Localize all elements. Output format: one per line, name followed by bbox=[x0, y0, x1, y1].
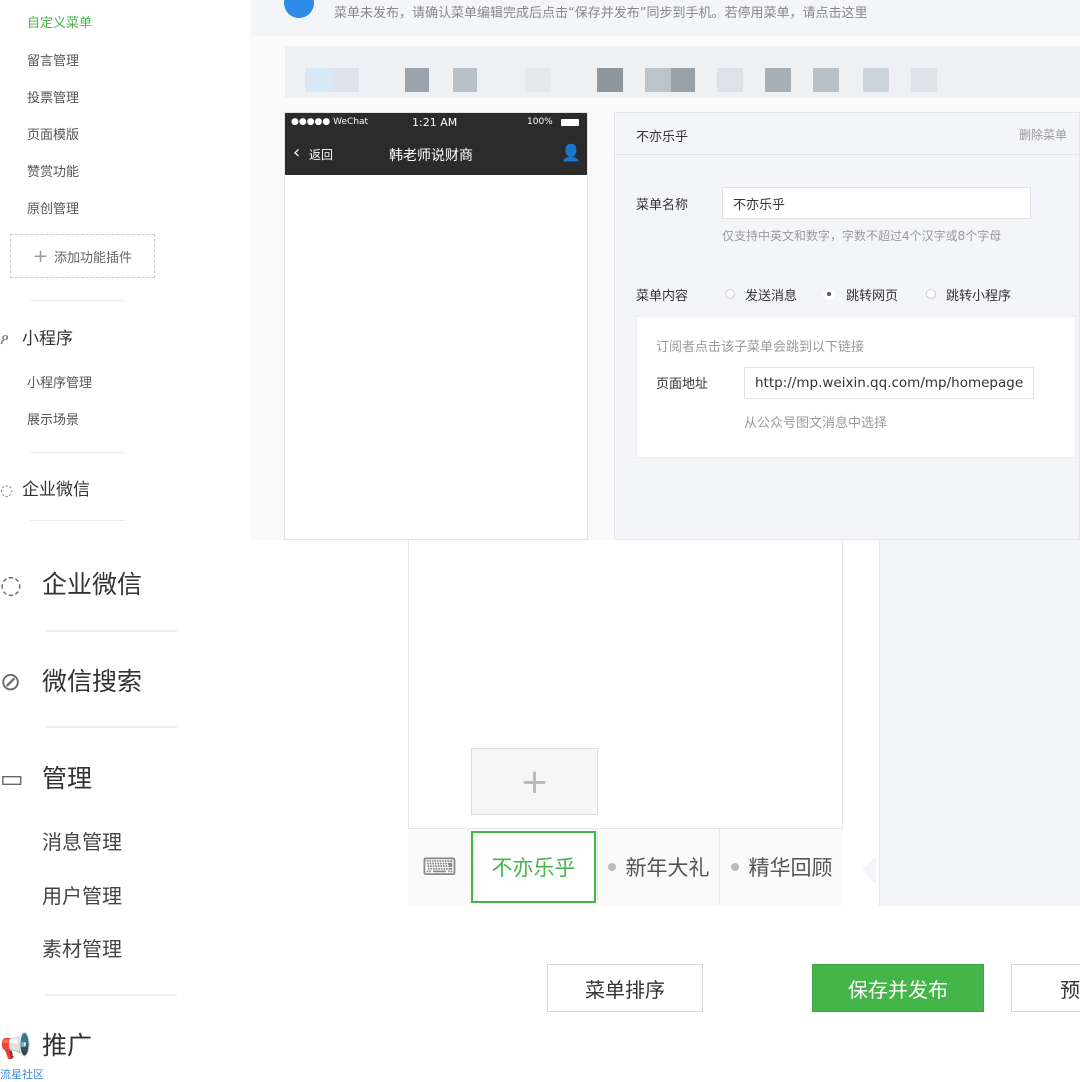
sidebar-item-display-scene[interactable]: 展示场景 bbox=[27, 409, 79, 428]
carrier-label: ●●●●● WeChat bbox=[291, 117, 369, 127]
sidebar-item-comments[interactable]: 留言管理 bbox=[27, 50, 79, 69]
divider bbox=[30, 452, 125, 453]
clock-label: 1:21 AM bbox=[412, 116, 458, 129]
notice-text: 菜单未发布，请确认菜单编辑完成后点击“保存并发布”同步到手机。若停用菜单，请点击… bbox=[334, 6, 868, 21]
delete-menu-link[interactable]: 删除菜单 bbox=[1019, 126, 1067, 143]
radio-jump-webpage[interactable] bbox=[824, 289, 834, 299]
keyboard-icon[interactable]: ⌨ bbox=[408, 829, 471, 905]
phone-title: 韩老师说财商 bbox=[389, 148, 473, 164]
section-enterprise-wechat-large[interactable]: ◌ 企业微信 bbox=[0, 565, 142, 601]
inbox-icon: ▭ bbox=[0, 764, 24, 793]
page-url-label: 页面地址 bbox=[656, 377, 709, 392]
sidebar-item-reward[interactable]: 赞赏功能 bbox=[27, 161, 79, 180]
section-manage[interactable]: ▭ 管理 bbox=[0, 759, 92, 795]
section-enterprise-wechat[interactable]: ◌ 企业微信 bbox=[0, 475, 90, 500]
menu-tab-2[interactable]: 新年大礼 bbox=[597, 829, 719, 905]
mini-program-icon: ዖ bbox=[0, 330, 9, 348]
divider bbox=[45, 726, 177, 728]
back-label[interactable]: 返回 bbox=[309, 146, 333, 163]
megaphone-icon: 📢 bbox=[0, 1031, 32, 1060]
menu-content-label: 菜单内容 bbox=[636, 289, 689, 304]
sidebar-item-votes[interactable]: 投票管理 bbox=[27, 87, 79, 106]
menu-tab-1[interactable]: 不亦乐乎 bbox=[471, 831, 596, 903]
menu-name-label: 菜单名称 bbox=[636, 198, 689, 213]
plus-icon: + bbox=[32, 245, 49, 267]
sidebar-item-mini-program-manage[interactable]: 小程序管理 bbox=[27, 372, 92, 391]
option-jump-webpage[interactable]: 跳转网页 bbox=[846, 285, 898, 304]
panel-pointer-arrow bbox=[862, 856, 876, 884]
enterprise-wechat-icon: ◌ bbox=[0, 481, 14, 499]
divider bbox=[614, 154, 1080, 155]
panel-menu-title: 不亦乐乎 bbox=[636, 130, 689, 145]
menu-sort-button[interactable]: 菜单排序 bbox=[547, 964, 703, 1012]
add-plugin-button[interactable]: + 添加功能插件 bbox=[10, 234, 155, 278]
tab-dot-icon bbox=[730, 863, 739, 871]
menu-name-input[interactable]: 不亦乐乎 bbox=[722, 187, 1031, 219]
battery-label: 100% bbox=[527, 117, 553, 127]
sidebar-item-users[interactable]: 用户管理 bbox=[42, 880, 122, 909]
divider bbox=[45, 994, 177, 996]
info-icon bbox=[284, 0, 314, 18]
sidebar: 自定义菜单 留言管理 投票管理 页面模版 赞赏功能 原创管理 + 添加功能插件 … bbox=[0, 0, 210, 540]
menu-tab-3[interactable]: 精华回顾 bbox=[719, 829, 843, 905]
phone-nav-bar: ‹ 返回 韩老师说财商 👤 bbox=[285, 133, 587, 175]
preview-button[interactable]: 预 bbox=[1011, 964, 1080, 1012]
section-wechat-search[interactable]: ⊘ 微信搜索 bbox=[0, 662, 142, 698]
radio-jump-mini-program[interactable] bbox=[926, 289, 936, 299]
notice-bar: 菜单未发布，请确认菜单编辑完成后点击“保存并发布”同步到手机。若停用菜单，请点击… bbox=[252, 0, 1080, 36]
blurred-account-bar bbox=[285, 46, 1080, 98]
choose-from-articles-link[interactable]: 从公众号图文消息中选择 bbox=[744, 412, 887, 431]
sidebar-item-messages[interactable]: 消息管理 bbox=[42, 826, 122, 855]
add-plugin-label: 添加功能插件 bbox=[54, 250, 133, 266]
menu-name-hint: 仅支持中英文和数字，字数不超过4个汉字或8个字母 bbox=[722, 229, 1002, 243]
battery-icon bbox=[561, 119, 579, 126]
sidebar-large: ◌ 企业微信 ⊘ 微信搜索 ▭ 管理 消息管理 用户管理 素材管理 📢 推广 bbox=[0, 540, 305, 1080]
enterprise-wechat-icon: ◌ bbox=[0, 570, 22, 599]
top-screenshot: 自定义菜单 留言管理 投票管理 页面模版 赞赏功能 原创管理 + 添加功能插件 … bbox=[0, 0, 1080, 540]
option-jump-mini-program[interactable]: 跳转小程序 bbox=[946, 285, 1011, 304]
radio-send-message[interactable] bbox=[725, 289, 735, 299]
option-send-message[interactable]: 发送消息 bbox=[745, 285, 797, 304]
divider bbox=[30, 300, 125, 301]
add-submenu-button[interactable]: + bbox=[471, 748, 598, 815]
search-icon: ⊘ bbox=[0, 667, 21, 696]
back-chevron-icon: ‹ bbox=[293, 142, 301, 163]
page-url-input[interactable]: http://mp.weixin.qq.com/mp/homepage bbox=[744, 367, 1034, 399]
section-promote[interactable]: 📢 推广 bbox=[0, 1026, 92, 1062]
sidebar-item-templates[interactable]: 页面模版 bbox=[27, 124, 79, 143]
save-publish-button[interactable]: 保存并发布 bbox=[812, 964, 984, 1012]
edit-panel-large bbox=[879, 540, 1080, 906]
sidebar-item-materials[interactable]: 素材管理 bbox=[42, 933, 122, 962]
divider bbox=[45, 630, 177, 632]
user-icon[interactable]: 👤 bbox=[561, 143, 581, 162]
phone-status-bar: ●●●●● WeChat 1:21 AM 100% bbox=[285, 113, 587, 133]
sidebar-item-original[interactable]: 原创管理 bbox=[27, 198, 79, 217]
phone-preview: ●●●●● WeChat 1:21 AM 100% ‹ 返回 韩老师说财商 👤 bbox=[284, 112, 588, 540]
section-mini-program[interactable]: ዖ 小程序 bbox=[0, 324, 73, 349]
link-hint: 订阅者点击该子菜单会跳到以下链接 bbox=[656, 340, 865, 355]
divider bbox=[30, 520, 125, 521]
sidebar-item-custom-menu[interactable]: 自定义菜单 bbox=[27, 12, 92, 31]
tab-dot-icon bbox=[607, 863, 616, 871]
